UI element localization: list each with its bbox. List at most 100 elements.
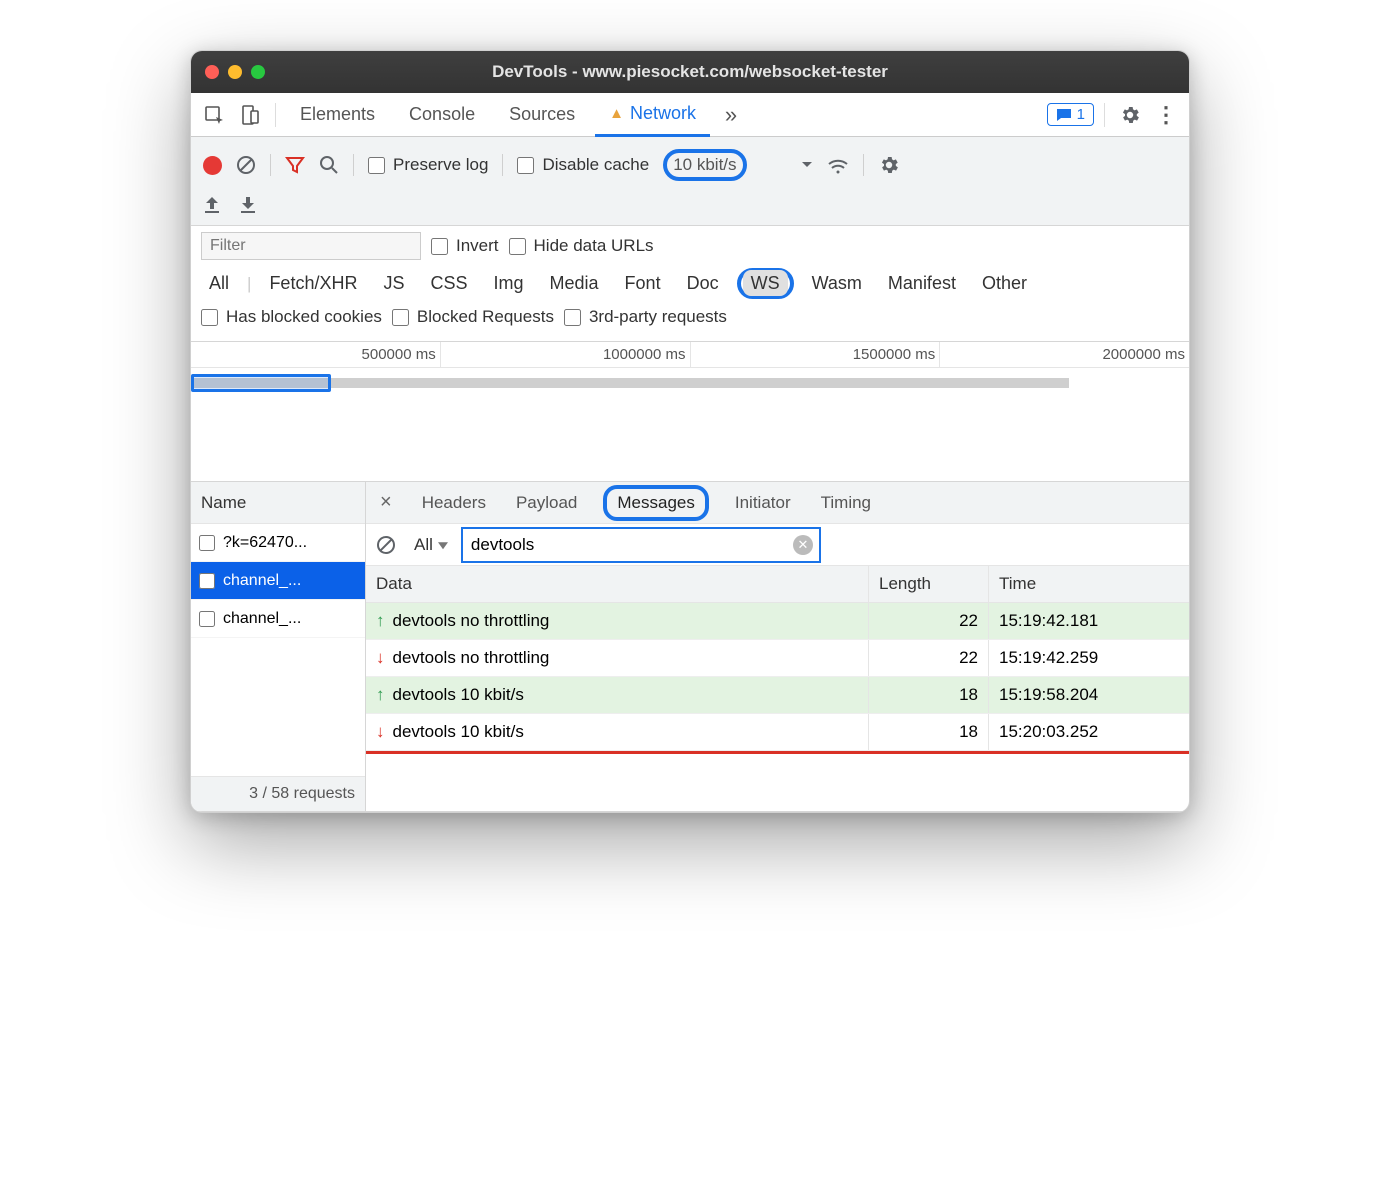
type-manifest[interactable]: Manifest <box>880 270 964 297</box>
message-row[interactable]: ↓devtools 10 kbit/s1815:20:03.252 <box>366 714 1189 751</box>
blocked-cookies-input[interactable] <box>201 309 218 326</box>
request-list-footer: 3 / 58 requests <box>191 776 365 811</box>
window-title: DevTools - www.piesocket.com/websocket-t… <box>191 62 1189 82</box>
type-js[interactable]: JS <box>375 270 412 297</box>
message-row[interactable]: ↑devtools no throttling2215:19:42.181 <box>366 603 1189 640</box>
third-party-label: 3rd-party requests <box>589 307 727 327</box>
hide-data-urls-checkbox[interactable]: Hide data URLs <box>509 236 654 256</box>
invert-input[interactable] <box>431 238 448 255</box>
filter-input[interactable] <box>201 232 421 260</box>
upload-har-icon[interactable] <box>203 195 221 215</box>
disable-cache-input[interactable] <box>517 157 534 174</box>
search-icon[interactable] <box>319 155 339 175</box>
throttling-dropdown-icon[interactable] <box>801 161 813 169</box>
type-other[interactable]: Other <box>974 270 1035 297</box>
record-button[interactable] <box>203 156 222 175</box>
col-data[interactable]: Data <box>366 566 869 602</box>
type-ws[interactable]: WS <box>743 270 788 296</box>
tab-sources[interactable]: Sources <box>495 94 589 135</box>
message-text: devtools 10 kbit/s <box>393 685 524 705</box>
request-row[interactable]: channel_... <box>191 600 365 638</box>
col-time[interactable]: Time <box>989 566 1189 602</box>
message-length: 22 <box>869 640 989 676</box>
settings-icon[interactable] <box>1115 100 1145 130</box>
divider <box>270 154 271 176</box>
detail-tab-initiator[interactable]: Initiator <box>731 485 795 521</box>
divider <box>353 154 354 176</box>
type-doc[interactable]: Doc <box>679 270 727 297</box>
type-ws-highlight: WS <box>737 268 794 299</box>
tab-console[interactable]: Console <box>395 94 489 135</box>
type-media[interactable]: Media <box>542 270 607 297</box>
detail-tab-headers[interactable]: Headers <box>418 485 490 521</box>
messages-search-input[interactable] <box>469 531 787 559</box>
network-conditions-icon[interactable] <box>827 156 849 174</box>
window-zoom-button[interactable] <box>251 65 265 79</box>
third-party-input[interactable] <box>564 309 581 326</box>
download-har-icon[interactable] <box>239 195 257 215</box>
type-img[interactable]: Img <box>486 270 532 297</box>
type-font[interactable]: Font <box>617 270 669 297</box>
invert-checkbox[interactable]: Invert <box>431 236 499 256</box>
request-row[interactable]: channel_... <box>191 562 365 600</box>
filter-icon[interactable] <box>285 155 305 175</box>
request-row[interactable]: ?k=62470... <box>191 524 365 562</box>
detail-tab-payload[interactable]: Payload <box>512 485 581 521</box>
tab-network-label: Network <box>630 103 696 124</box>
third-party-checkbox[interactable]: 3rd-party requests <box>564 307 727 327</box>
message-time: 15:19:58.204 <box>989 677 1189 713</box>
issues-count: 1 <box>1077 106 1085 123</box>
throttling-preset-label: 10 kbit/s <box>673 155 736 174</box>
type-all[interactable]: All <box>201 270 237 297</box>
preserve-log-checkbox[interactable]: Preserve log <box>368 155 488 175</box>
disable-cache-label: Disable cache <box>542 155 649 175</box>
tab-network[interactable]: ▲ Network <box>595 93 710 137</box>
request-row-checkbox[interactable] <box>199 611 215 627</box>
message-row[interactable]: ↑devtools 10 kbit/s1815:19:58.204 <box>366 677 1189 714</box>
divider <box>502 154 503 176</box>
clear-messages-icon[interactable] <box>376 535 396 555</box>
device-toolbar-icon[interactable] <box>235 100 265 130</box>
messages-direction-select[interactable]: All <box>406 531 451 559</box>
col-length[interactable]: Length <box>869 566 989 602</box>
clear-search-icon[interactable]: ✕ <box>793 535 813 555</box>
detail-tab-timing[interactable]: Timing <box>817 485 875 521</box>
divider <box>1104 103 1105 127</box>
blocked-requests-checkbox[interactable]: Blocked Requests <box>392 307 554 327</box>
kebab-menu-icon[interactable]: ⋮ <box>1151 100 1181 130</box>
divider: | <box>247 274 251 294</box>
blocked-requests-input[interactable] <box>392 309 409 326</box>
detail-tab-messages-highlight: Messages <box>603 485 708 521</box>
preserve-log-input[interactable] <box>368 157 385 174</box>
timeline-overview[interactable]: 500000 ms 1000000 ms 1500000 ms 2000000 … <box>191 342 1189 482</box>
disable-cache-checkbox[interactable]: Disable cache <box>517 155 649 175</box>
window-minimize-button[interactable] <box>228 65 242 79</box>
messages-table-end-marker <box>366 751 1189 754</box>
window-close-button[interactable] <box>205 65 219 79</box>
type-fetchxhr[interactable]: Fetch/XHR <box>261 270 365 297</box>
close-detail-icon[interactable]: × <box>376 491 396 514</box>
detail-tab-messages[interactable]: Messages <box>617 493 694 512</box>
timeline-selection[interactable] <box>191 374 331 392</box>
message-text: devtools no throttling <box>393 648 550 668</box>
request-row-checkbox[interactable] <box>199 535 215 551</box>
throttling-preset-select[interactable]: 10 kbit/s <box>663 149 746 181</box>
blocked-cookies-checkbox[interactable]: Has blocked cookies <box>201 307 382 327</box>
type-css[interactable]: CSS <box>422 270 475 297</box>
request-list-header[interactable]: Name <box>191 482 365 524</box>
type-wasm[interactable]: Wasm <box>804 270 870 297</box>
network-settings-icon[interactable] <box>878 154 900 176</box>
tab-elements[interactable]: Elements <box>286 94 389 135</box>
more-tabs-icon[interactable]: » <box>716 100 746 130</box>
message-text: devtools no throttling <box>393 611 550 631</box>
request-row-checkbox[interactable] <box>199 573 215 589</box>
panel-tab-strip: Elements Console Sources ▲ Network » 1 ⋮ <box>191 93 1189 137</box>
issues-button[interactable]: 1 <box>1047 103 1094 126</box>
preserve-log-label: Preserve log <box>393 155 488 175</box>
clear-icon[interactable] <box>236 155 256 175</box>
hide-data-urls-label: Hide data URLs <box>534 236 654 256</box>
timeline-ticks: 500000 ms 1000000 ms 1500000 ms 2000000 … <box>191 342 1189 368</box>
hide-data-urls-input[interactable] <box>509 238 526 255</box>
message-row[interactable]: ↓devtools no throttling2215:19:42.259 <box>366 640 1189 677</box>
inspect-element-icon[interactable] <box>199 100 229 130</box>
